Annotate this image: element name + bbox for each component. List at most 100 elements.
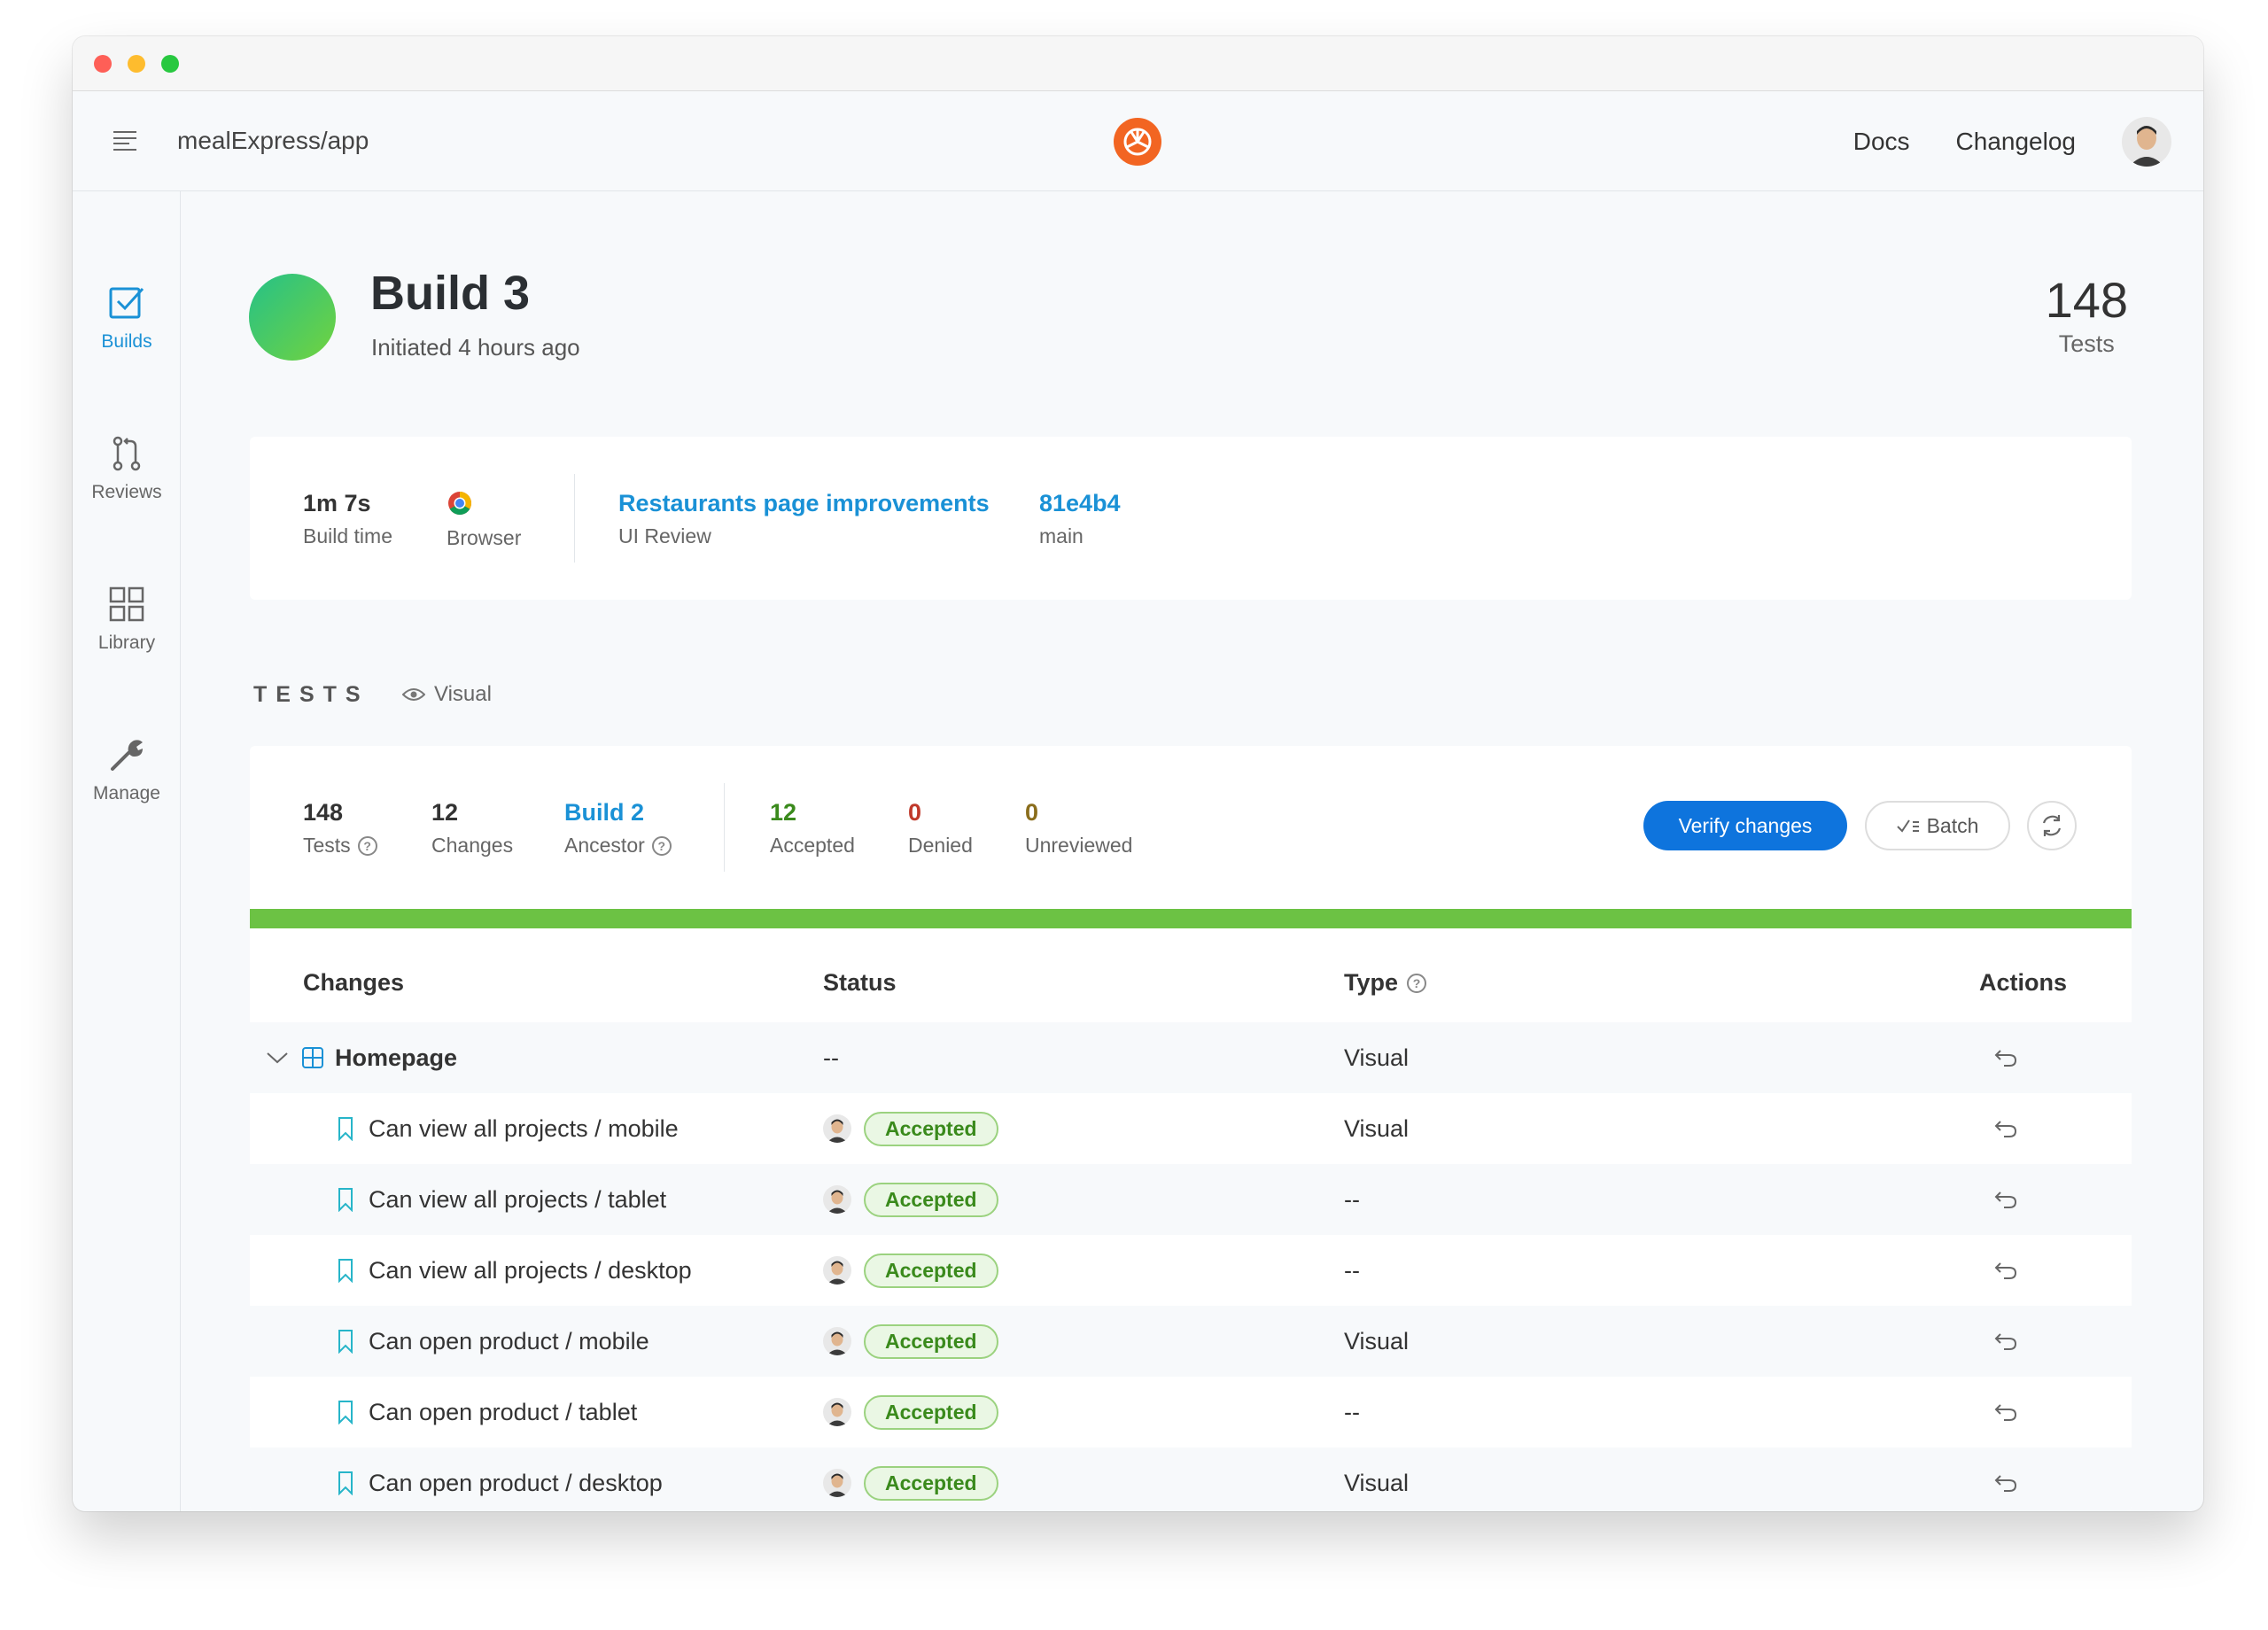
test-name-cell: Can view all projects / desktop — [337, 1235, 692, 1306]
group-name: Homepage — [335, 1044, 458, 1071]
sidebar-item-library[interactable]: Library — [73, 585, 181, 654]
type-cell: Visual — [1344, 1327, 1410, 1354]
table-row[interactable]: Can open product / mobile Accepted Visual — [250, 1306, 2132, 1377]
refresh-icon — [2042, 815, 2062, 836]
status-cell: Accepted — [823, 1306, 998, 1377]
commit-link[interactable]: 81e4b4 — [1039, 490, 1121, 517]
reviewer-avatar — [823, 1327, 851, 1355]
status-cell: Accepted — [823, 1093, 998, 1164]
browser-info: Browser — [447, 490, 521, 550]
undo-button[interactable] — [1993, 1093, 2018, 1164]
table-row[interactable]: Can open product / tablet Accepted -- — [250, 1377, 2132, 1448]
undo-button[interactable] — [1993, 1306, 2018, 1377]
status-cell: Accepted — [823, 1164, 998, 1235]
undo-button[interactable] — [1993, 1022, 2018, 1093]
stat-denied: 0 Denied — [908, 799, 973, 858]
test-name[interactable]: Can view all projects / desktop — [369, 1257, 692, 1285]
table-row[interactable]: Can view all projects / desktop Accepted -… — [250, 1235, 2132, 1306]
undo-button[interactable] — [1993, 1448, 2018, 1511]
sidebar-item-manage[interactable]: Manage — [73, 735, 181, 804]
group-type: Visual — [1344, 1044, 1410, 1071]
build-time-value: 1m 7s — [303, 490, 371, 516]
undo-icon — [1994, 1050, 2017, 1067]
zoom-window-button[interactable] — [161, 54, 179, 73]
reviewer-avatar — [823, 1256, 851, 1285]
undo-button[interactable] — [1993, 1235, 2018, 1306]
visual-filter[interactable]: Visual — [402, 682, 492, 707]
ui-review-link[interactable]: Restaurants page improvements — [618, 490, 990, 517]
group-name-cell: Homepage — [266, 1022, 457, 1093]
total-tests-label: Tests — [2058, 330, 2115, 357]
status-cell: Accepted — [823, 1377, 998, 1448]
stat-accepted: 12 Accepted — [770, 799, 855, 858]
undo-button[interactable] — [1993, 1164, 2018, 1235]
column-header-actions: Actions — [1979, 969, 2068, 996]
help-icon[interactable]: ? — [651, 835, 672, 856]
refresh-button[interactable] — [2027, 801, 2077, 850]
test-name[interactable]: Can open product / desktop — [369, 1470, 663, 1497]
bookmark-icon — [338, 1471, 353, 1495]
sidebar-item-builds[interactable]: Builds — [73, 283, 181, 353]
hamburger-menu-icon[interactable] — [113, 131, 140, 151]
status-badge: Accepted — [864, 1111, 998, 1146]
stat-changes-label: Changes — [431, 834, 514, 857]
undo-button[interactable] — [1993, 1377, 2018, 1448]
status-badge: Accepted — [864, 1465, 998, 1501]
visual-filter-label: Visual — [434, 682, 492, 706]
commit-info: 81e4b4 main — [1039, 490, 1121, 548]
close-window-button[interactable] — [94, 54, 112, 73]
repo-name[interactable]: mealExpress/app — [177, 127, 369, 155]
docs-link[interactable]: Docs — [1853, 128, 1910, 156]
chevron-down-icon[interactable] — [266, 1051, 289, 1065]
table-row[interactable]: Can view all projects / mobile Accepted Vi… — [250, 1093, 2132, 1164]
chrome-icon — [448, 492, 472, 516]
test-name[interactable]: Can open product / mobile — [369, 1328, 649, 1355]
test-name[interactable]: Can view all projects / mobile — [369, 1115, 679, 1143]
review-progress-fill — [250, 909, 2132, 928]
stat-tests: 148 Tests? — [303, 799, 377, 858]
title-bar — [73, 36, 2203, 91]
help-icon[interactable]: ? — [357, 835, 377, 856]
table-group-row[interactable]: Homepage -- Visual — [250, 1022, 2132, 1093]
changelog-link[interactable]: Changelog — [1956, 128, 2076, 156]
verify-changes-button[interactable]: Verify changes — [1643, 801, 1847, 850]
app-header: mealExpress/app Docs Changelog — [73, 91, 2203, 191]
table-row[interactable]: Can view all projects / tablet Accepted -- — [250, 1164, 2132, 1235]
divider — [574, 474, 575, 563]
stat-changes-value: 12 — [431, 799, 459, 826]
test-name[interactable]: Can open product / tablet — [369, 1399, 637, 1426]
sidebar-item-reviews[interactable]: Reviews — [73, 434, 181, 503]
divider — [724, 783, 725, 872]
batch-button[interactable]: Batch — [1865, 801, 2010, 850]
ui-review-info: Restaurants page improvements UI Review — [618, 490, 990, 548]
brand-logo-icon[interactable] — [1114, 118, 1161, 166]
minimize-window-button[interactable] — [128, 54, 145, 73]
column-header-status[interactable]: Status — [823, 969, 897, 997]
sidebar-nav: Builds Reviews Library Manage — [73, 191, 181, 1511]
test-name-cell: Can view all projects / mobile — [337, 1093, 679, 1164]
reviewer-avatar — [823, 1185, 851, 1214]
column-header-changes[interactable]: Changes — [303, 969, 404, 997]
table-row[interactable]: Can open product / desktop Accepted Visual — [250, 1448, 2132, 1511]
help-icon[interactable]: ? — [1407, 973, 1427, 993]
ancestor-build-link[interactable]: Build 2 — [564, 799, 672, 827]
stat-tests-label: Tests — [303, 834, 351, 857]
column-header-type[interactable]: Type ? — [1344, 969, 1427, 997]
build-time: 1m 7s Build time — [303, 490, 392, 548]
user-avatar[interactable] — [2122, 116, 2171, 167]
status-badge: Accepted — [864, 1394, 998, 1430]
type-cell: -- — [1344, 1185, 1360, 1213]
tests-section-heading: TESTS — [253, 682, 369, 707]
undo-icon — [1994, 1121, 2017, 1137]
component-grid-icon — [302, 1047, 323, 1068]
checkbox-icon — [109, 287, 144, 319]
test-name[interactable]: Can view all projects / tablet — [369, 1186, 666, 1214]
type-cell: -- — [1344, 1256, 1360, 1284]
sidebar-item-label: Reviews — [91, 482, 162, 502]
build-time-label: Build time — [303, 524, 392, 547]
status-badge: Accepted — [864, 1253, 998, 1288]
status-badge: Accepted — [864, 1323, 998, 1359]
browser-label: Browser — [447, 526, 522, 549]
reviewer-avatar — [823, 1469, 851, 1497]
reviewer-avatar — [823, 1398, 851, 1426]
